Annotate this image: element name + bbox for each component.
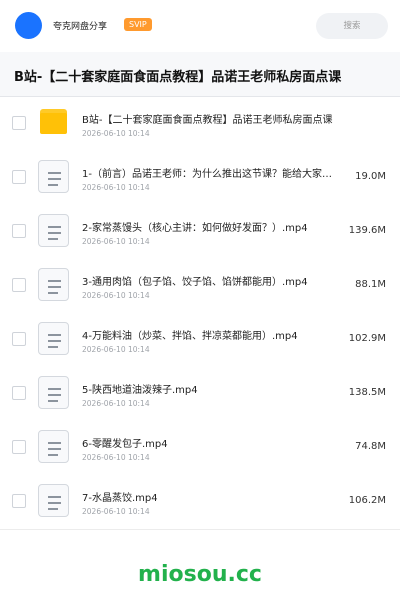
document-icon [38,376,69,409]
document-icon [38,214,69,247]
page-title: B站-【二十套家庭面食面点教程】品诺王老师私房面点课 [14,70,342,85]
file-name: 5-陕西地道油泼辣子.mp4 [82,385,198,396]
row-checkbox[interactable] [12,278,26,292]
file-row[interactable]: 2-家常蒸馒头（核心主讲：如何做好发面？）.mp4 2026-06-10 10:… [0,205,400,260]
file-size: 102.9M [348,333,386,344]
file-row[interactable]: 4-万能料油（炒菜、拌馅、拌凉菜都能用）.mp4 2026-06-10 10:1… [0,313,400,368]
row-checkbox[interactable] [12,494,26,508]
file-size: 74.8M [355,441,386,452]
file-date: 2026-06-10 10:14 [82,453,150,462]
file-date: 2026-06-10 10:14 [82,129,150,138]
row-checkbox[interactable] [12,440,26,454]
row-checkbox[interactable] [12,224,26,238]
app-name: 夸克网盘分享 [53,22,108,32]
file-row[interactable]: 3-通用肉馅（包子馅、饺子馅、馅饼都能用）.mp4 2026-06-10 10:… [0,259,400,314]
file-name: 2-家常蒸馒头（核心主讲：如何做好发面？）.mp4 [82,223,308,234]
top-bar: 夸克网盘分享 SVIP 搜索 [0,0,400,52]
document-icon [38,268,69,301]
avatar[interactable] [15,12,42,39]
row-checkbox[interactable] [12,386,26,400]
row-checkbox[interactable] [12,170,26,184]
file-size: 139.6M [348,225,386,236]
folder-icon [40,109,67,134]
file-date: 2026-06-10 10:14 [82,183,150,192]
file-name: 1-（前言）品诺王老师：为什么推出这节课？能给大家… [82,169,332,180]
document-icon [38,322,69,355]
file-date: 2026-06-10 10:14 [82,237,150,246]
file-date: 2026-06-10 10:14 [82,345,150,354]
title-band: B站-【二十套家庭面食面点教程】品诺王老师私房面点课 [0,52,400,97]
file-name: 7-水晶蒸饺.mp4 [82,493,158,504]
file-row[interactable]: 1-（前言）品诺王老师：为什么推出这节课？能给大家… 2026-06-10 10… [0,151,400,206]
file-name: 6-零醒发包子.mp4 [82,439,168,450]
file-size: 106.2M [348,495,386,506]
row-checkbox[interactable] [12,116,26,130]
document-icon [38,484,69,517]
document-icon [38,430,69,463]
file-row[interactable]: 5-陕西地道油泼辣子.mp4 2026-06-10 10:14 138.5M [0,367,400,422]
file-row[interactable]: 7-水晶蒸饺.mp4 2026-06-10 10:14 106.2M [0,475,400,530]
file-size: 19.0M [355,171,386,182]
file-date: 2026-06-10 10:14 [82,507,150,516]
document-icon [38,160,69,193]
row-checkbox[interactable] [12,332,26,346]
file-date: 2026-06-10 10:14 [82,399,150,408]
file-row[interactable]: 6-零醒发包子.mp4 2026-06-10 10:14 74.8M [0,421,400,476]
file-size: 138.5M [348,387,386,398]
file-name: 4-万能料油（炒菜、拌馅、拌凉菜都能用）.mp4 [82,331,298,342]
file-name: 3-通用肉馅（包子馅、饺子馅、馅饼都能用）.mp4 [82,277,308,288]
watermark: miosou.cc [138,562,262,587]
search-button[interactable]: 搜索 [316,13,388,39]
file-size: 88.1M [355,279,386,290]
file-date: 2026-06-10 10:14 [82,291,150,300]
file-row[interactable]: B站-【二十套家庭面食面点教程】品诺王老师私房面点课 2026-06-10 10… [0,97,400,152]
file-name: B站-【二十套家庭面食面点教程】品诺王老师私房面点课 [82,115,333,126]
svip-badge: SVIP [124,18,152,31]
